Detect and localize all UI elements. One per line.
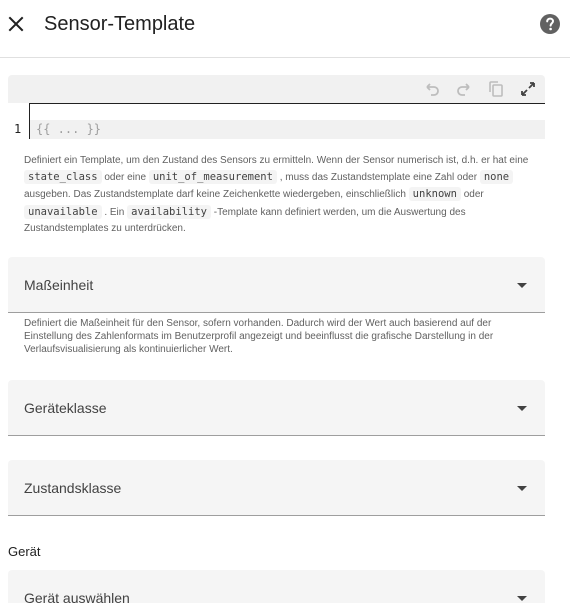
copy-button[interactable] <box>486 79 506 99</box>
copy-icon <box>489 81 503 97</box>
code-unit-of-measurement: unit_of_measurement <box>148 170 277 185</box>
editor-border <box>29 103 545 104</box>
dropdown-arrow-icon <box>517 596 527 601</box>
code-state-class: state_class <box>24 170 102 185</box>
help-circle-icon <box>540 14 560 34</box>
undo-button[interactable] <box>422 79 442 99</box>
editor-code-area[interactable]: 1 {{ ... }} <box>8 103 545 153</box>
code-none: none <box>479 170 514 185</box>
close-button[interactable] <box>2 8 30 40</box>
state-class-select[interactable]: Zustandsklasse <box>8 460 545 516</box>
template-helper-text: Definiert ein Template, um den Zustand d… <box>24 155 529 234</box>
unit-of-measurement-label: Maßeinheit <box>24 277 94 293</box>
fullscreen-button[interactable] <box>518 79 538 99</box>
code-unavailable: unavailable <box>24 204 102 219</box>
close-icon <box>8 16 24 32</box>
dropdown-arrow-icon <box>517 486 527 491</box>
code-availability: availability <box>127 204 211 219</box>
device-select-label: Gerät auswählen <box>24 590 130 603</box>
device-select[interactable]: Gerät auswählen <box>8 570 545 603</box>
editor-toolbar <box>8 75 545 103</box>
active-line-highlight <box>30 120 545 139</box>
unit-of-measurement-select[interactable]: Maßeinheit <box>8 257 545 313</box>
template-code-editor[interactable]: 1 {{ ... }} <box>8 75 545 155</box>
device-class-select[interactable]: Geräteklasse <box>8 380 545 436</box>
device-section-title: Gerät <box>8 544 41 559</box>
dialog-header: Sensor-Template <box>0 0 570 58</box>
redo-icon <box>457 83 470 96</box>
editor-placeholder: {{ ... }} <box>36 122 102 136</box>
undo-icon <box>426 83 439 96</box>
dropdown-arrow-icon <box>517 406 527 411</box>
device-class-label: Geräteklasse <box>24 400 107 416</box>
redo-button[interactable] <box>454 79 474 99</box>
code-unknown: unknown <box>408 187 461 202</box>
state-class-label: Zustandsklasse <box>24 480 122 496</box>
help-button[interactable] <box>538 12 562 36</box>
dialog-title: Sensor-Template <box>44 13 196 35</box>
line-number: 1 <box>14 122 22 136</box>
dropdown-arrow-icon <box>517 283 527 288</box>
unit-helper-text: Definiert die Maßeinheit für den Sensor,… <box>24 318 494 355</box>
fullscreen-icon <box>521 82 535 96</box>
sensor-template-dialog: Sensor-Template 1 {{...}} Definiert ei… <box>0 0 570 603</box>
